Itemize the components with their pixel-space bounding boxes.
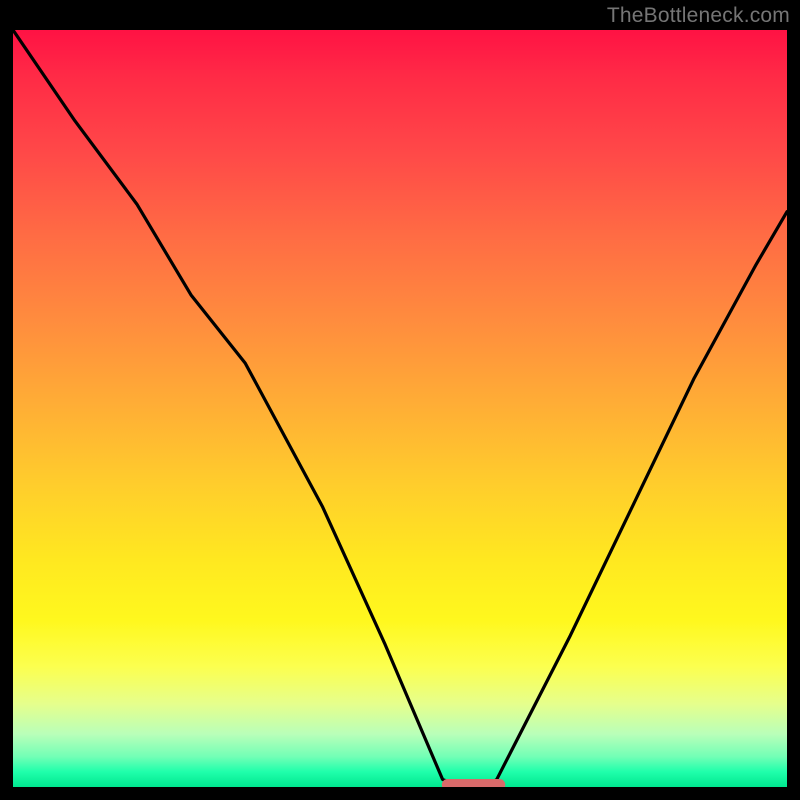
plot-area	[13, 30, 787, 787]
bottom-pill-marker	[442, 779, 505, 787]
watermark-text: TheBottleneck.com	[607, 4, 790, 28]
chart-svg	[13, 30, 787, 787]
curve-line	[13, 30, 787, 787]
chart-frame: TheBottleneck.com	[0, 0, 800, 800]
